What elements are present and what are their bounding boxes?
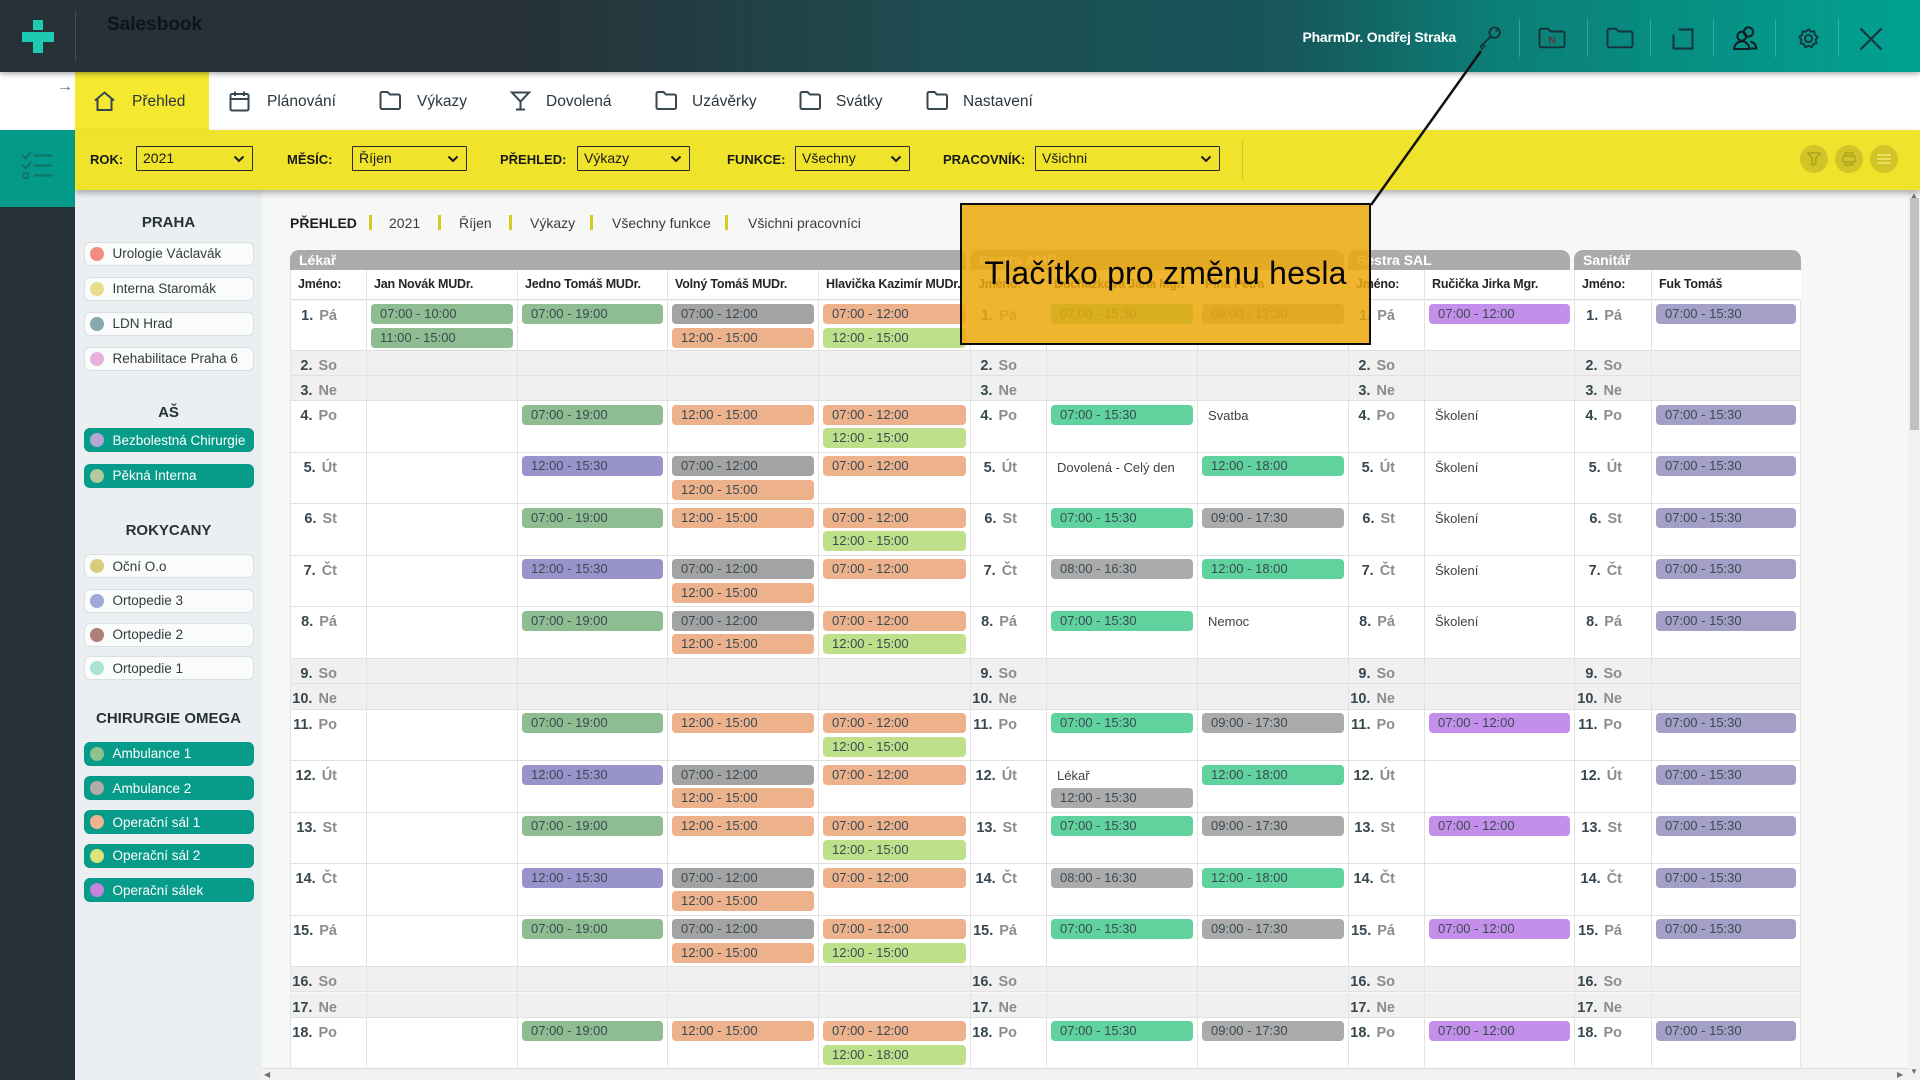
svg-text:N: N [1548, 35, 1556, 47]
